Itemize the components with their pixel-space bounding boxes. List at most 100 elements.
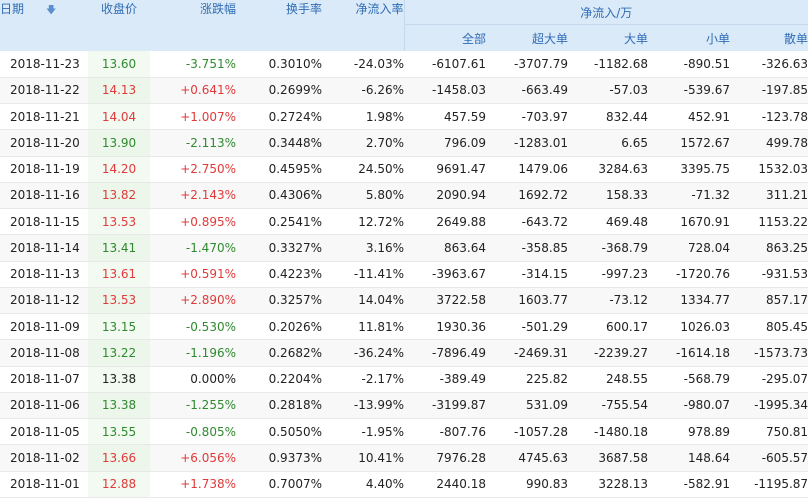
cell-close: 14.04: [88, 103, 150, 131]
col-header-large[interactable]: 大单: [568, 24, 648, 51]
cell-s: -1720.76: [648, 261, 730, 288]
cell-xl: -501.29: [486, 313, 568, 341]
cell-change: +1.007%: [150, 103, 236, 131]
table-row[interactable]: 2018-11-23 13.60 -3.751% 0.3010% -24.03% -610…: [0, 51, 809, 78]
cell-turnover: 0.5050%: [236, 418, 322, 446]
cell-retail: -197.85: [730, 77, 809, 105]
cell-all: -7896.49: [404, 339, 486, 367]
col-header-small[interactable]: 小单: [648, 24, 730, 51]
table-row[interactable]: 2018-11-22 14.13 +0.641% 0.2699% -6.26% -1458…: [0, 77, 809, 105]
cell-close: 13.15: [88, 313, 150, 341]
table-row[interactable]: 2018-11-20 13.90 -2.113% 0.3448% 2.70% 796.09…: [0, 129, 809, 157]
cell-retail: -605.57: [730, 444, 809, 472]
cell-turnover: 0.4306%: [236, 182, 322, 210]
table-row[interactable]: 2018-11-13 13.61 +0.591% 0.4223% -11.41% -396…: [0, 261, 809, 288]
cell-l: 600.17: [568, 313, 648, 341]
cell-retail: -123.78: [730, 103, 809, 131]
table-row[interactable]: 2018-11-02 13.66 +6.056% 0.9373% 10.41% 7976.…: [0, 444, 809, 472]
cell-net-ratio: 5.80%: [322, 182, 404, 210]
cell-change: -1.196%: [150, 339, 236, 367]
cell-close: 13.82: [88, 182, 150, 210]
col-header-close[interactable]: 收盘价: [88, 0, 150, 51]
table-row[interactable]: 2018-11-01 12.88 +1.738% 0.7007% 4.40% 2440.1…: [0, 471, 809, 498]
cell-change: -0.530%: [150, 313, 236, 341]
col-header-turnover[interactable]: 换手率: [236, 0, 322, 51]
cell-all: 9691.47: [404, 156, 486, 183]
cell-l: 158.33: [568, 182, 648, 210]
cell-change: +2.750%: [150, 156, 236, 183]
cell-s: 3395.75: [648, 156, 730, 183]
cell-net-ratio: 12.72%: [322, 208, 404, 236]
cell-date: 2018-11-22: [0, 77, 88, 105]
cell-change: +0.895%: [150, 208, 236, 236]
cell-close: 14.20: [88, 156, 150, 183]
cell-turnover: 0.2204%: [236, 366, 322, 393]
cell-turnover: 0.2699%: [236, 77, 322, 105]
cell-close: 13.53: [88, 208, 150, 236]
cell-date: 2018-11-13: [0, 261, 88, 288]
cell-retail: -931.53: [730, 261, 809, 288]
cell-close: 13.61: [88, 261, 150, 288]
cell-all: -1458.03: [404, 77, 486, 105]
fund-flow-table: 日期 🡇 收盘价 涨跌幅 换手率 净流入率 净流入/万 全部 超大单 大单 小单 …: [0, 0, 809, 498]
cell-close: 13.22: [88, 339, 150, 367]
cell-date: 2018-11-15: [0, 208, 88, 236]
col-header-retail[interactable]: 散单: [730, 24, 809, 51]
cell-retail: 311.21: [730, 182, 809, 210]
cell-xl: 531.09: [486, 392, 568, 420]
cell-change: -0.805%: [150, 418, 236, 446]
cell-date: 2018-11-06: [0, 392, 88, 420]
cell-xl: -1057.28: [486, 418, 568, 446]
cell-l: 3228.13: [568, 471, 648, 498]
col-header-net-ratio[interactable]: 净流入率: [322, 0, 405, 51]
col-header-all[interactable]: 全部: [404, 24, 486, 51]
col-header-date[interactable]: 日期 🡇: [0, 0, 88, 51]
table-row[interactable]: 2018-11-06 13.38 -1.255% 0.2818% -13.99% -319…: [0, 392, 809, 420]
cell-net-ratio: -36.24%: [322, 339, 404, 367]
table-row[interactable]: 2018-11-16 13.82 +2.143% 0.4306% 5.80% 2090.9…: [0, 182, 809, 210]
cell-date: 2018-11-07: [0, 366, 88, 393]
cell-change: +2.143%: [150, 182, 236, 210]
cell-turnover: 0.2541%: [236, 208, 322, 236]
cell-turnover: 0.2026%: [236, 313, 322, 341]
table-row[interactable]: 2018-11-12 13.53 +2.890% 0.3257% 14.04% 3722.…: [0, 287, 809, 315]
table-row[interactable]: 2018-11-08 13.22 -1.196% 0.2682% -36.24% -789…: [0, 339, 809, 367]
col-header-extra-large[interactable]: 超大单: [486, 24, 568, 51]
cell-retail: 499.78: [730, 129, 809, 157]
cell-date: 2018-11-16: [0, 182, 88, 210]
cell-xl: -1283.01: [486, 129, 568, 157]
col-header-change[interactable]: 涨跌幅: [150, 0, 236, 51]
cell-change: -1.255%: [150, 392, 236, 420]
cell-change: +2.890%: [150, 287, 236, 315]
table-row[interactable]: 2018-11-07 13.38 0.000% 0.2204% -2.17% -389.4…: [0, 366, 809, 393]
cell-close: 13.90: [88, 129, 150, 157]
cell-net-ratio: 2.70%: [322, 129, 404, 157]
cell-turnover: 0.3448%: [236, 129, 322, 157]
cell-turnover: 0.9373%: [236, 444, 322, 472]
cell-retail: 1532.03: [730, 156, 809, 183]
table-row[interactable]: 2018-11-05 13.55 -0.805% 0.5050% -1.95% -807.…: [0, 418, 809, 446]
cell-xl: -358.85: [486, 234, 568, 262]
cell-all: -6107.61: [404, 51, 486, 78]
cell-change: 0.000%: [150, 366, 236, 393]
sort-down-arrow-icon[interactable]: 🡇: [46, 3, 56, 20]
table-row[interactable]: 2018-11-15 13.53 +0.895% 0.2541% 12.72% 2649.…: [0, 208, 809, 236]
cell-net-ratio: 24.50%: [322, 156, 404, 183]
cell-retail: -1573.73: [730, 339, 809, 367]
cell-net-ratio: 4.40%: [322, 471, 404, 498]
cell-l: 3284.63: [568, 156, 648, 183]
col-header-date-label: 日期: [0, 2, 25, 16]
table-row[interactable]: 2018-11-21 14.04 +1.007% 0.2724% 1.98% 457.59…: [0, 103, 809, 131]
cell-retail: -1195.87: [730, 471, 809, 498]
cell-s: 728.04: [648, 234, 730, 262]
cell-retail: 1153.22: [730, 208, 809, 236]
cell-xl: 1603.77: [486, 287, 568, 315]
cell-l: -2239.27: [568, 339, 648, 367]
table-row[interactable]: 2018-11-14 13.41 -1.470% 0.3327% 3.16% 863.64…: [0, 234, 809, 262]
cell-all: 796.09: [404, 129, 486, 157]
table-row[interactable]: 2018-11-19 14.20 +2.750% 0.4595% 24.50% 9691.…: [0, 156, 809, 183]
cell-date: 2018-11-08: [0, 339, 88, 367]
cell-net-ratio: -11.41%: [322, 261, 404, 288]
table-row[interactable]: 2018-11-09 13.15 -0.530% 0.2026% 11.81% 1930.…: [0, 313, 809, 341]
cell-turnover: 0.2724%: [236, 103, 322, 131]
